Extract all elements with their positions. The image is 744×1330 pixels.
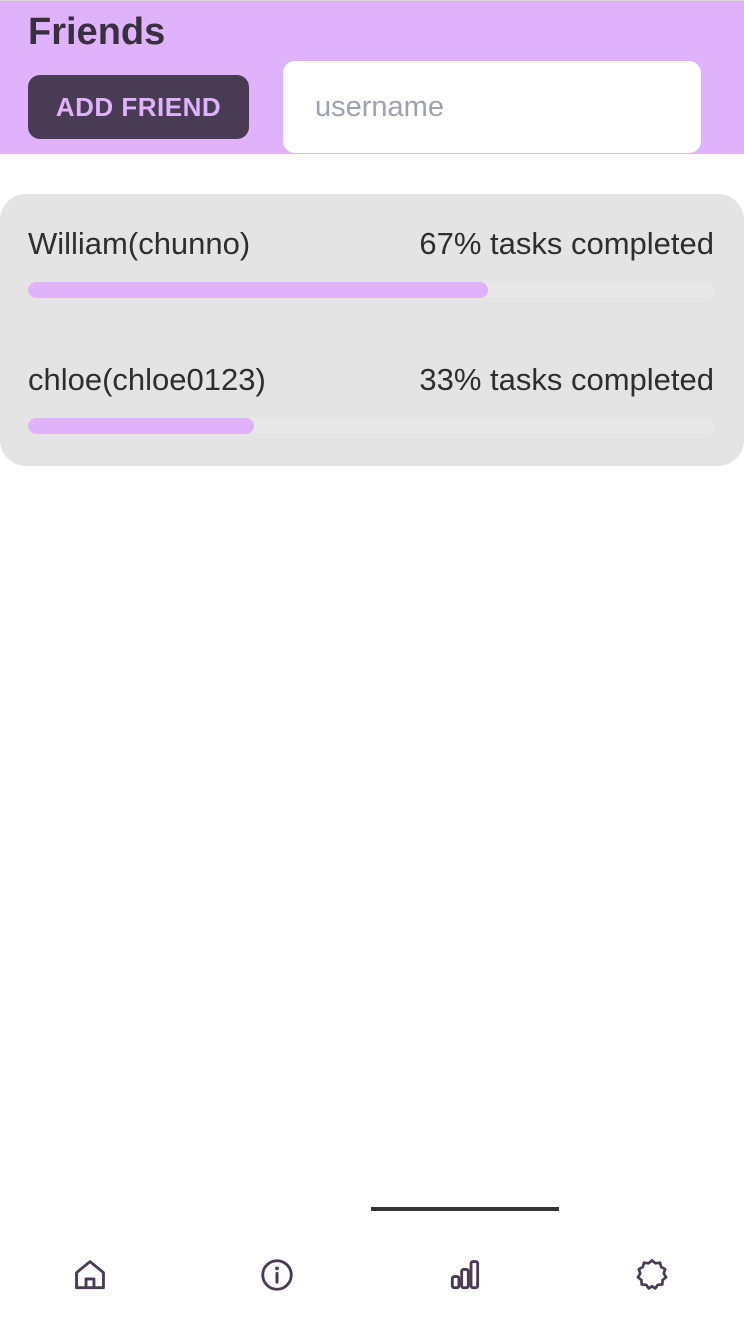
friend-name: chloe(chloe0123) [28, 362, 266, 397]
progress-bar [28, 282, 714, 298]
info-icon [261, 1259, 293, 1291]
active-tab-indicator [371, 1207, 559, 1211]
nav-stats-button[interactable] [435, 1240, 495, 1310]
bar-chart-icon [450, 1260, 480, 1290]
friends-page: Friends ADD FRIEND William(chunno) 67% t… [0, 0, 744, 1330]
progress-bar [28, 418, 714, 434]
header-bar: Friends ADD FRIEND [0, 0, 744, 154]
friend-row: chloe(chloe0123) 33% tasks completed [28, 360, 714, 440]
friend-progress-text: 67% tasks completed [419, 226, 714, 261]
add-friend-button[interactable]: ADD FRIEND [28, 75, 249, 139]
friend-name: William(chunno) [28, 226, 251, 261]
nav-settings-button[interactable] [622, 1240, 682, 1310]
friends-list: William(chunno) 67% tasks completed chlo… [0, 194, 744, 466]
page-title: Friends [28, 11, 166, 53]
nav-info-button[interactable] [247, 1240, 307, 1310]
settings-gear-icon [636, 1259, 668, 1290]
friend-progress-text: 33% tasks completed [419, 362, 714, 397]
home-icon [75, 1260, 105, 1290]
progress-bar-fill [28, 418, 255, 434]
bottom-nav [0, 1240, 744, 1310]
friend-row: William(chunno) 67% tasks completed [28, 224, 714, 304]
username-input[interactable] [283, 61, 701, 153]
nav-home-button[interactable] [60, 1240, 120, 1310]
progress-bar-fill [28, 282, 488, 298]
